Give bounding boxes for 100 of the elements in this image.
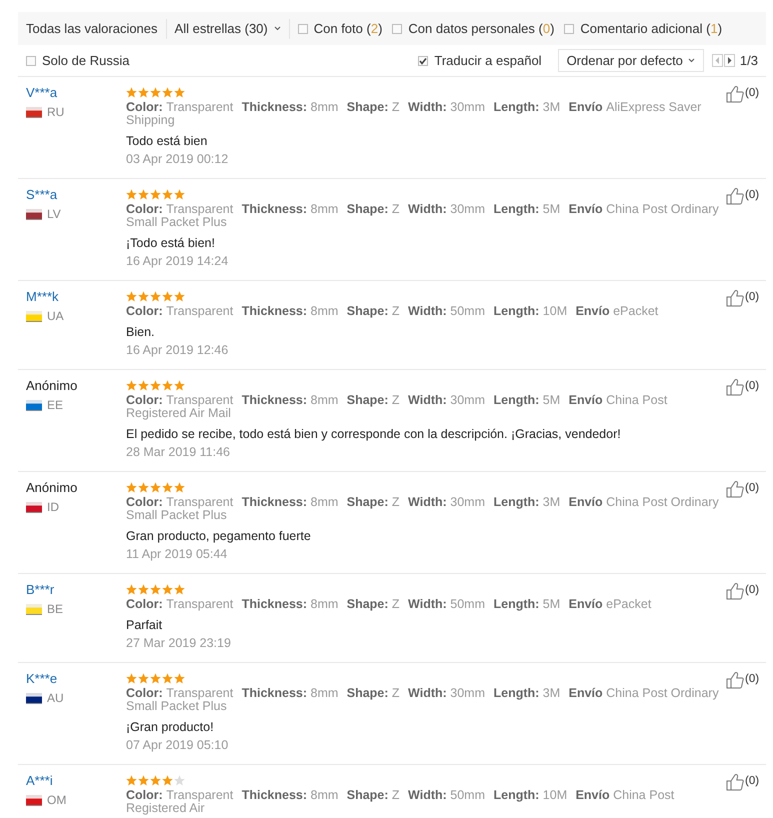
star-icon [150,86,161,98]
attributes-text: Color: Transparent Thickness: 8mm Shape: Z Width: 30mm Length: 3M Envío China Post Ordinary Small Packet Plus [126,687,720,713]
thumbs-up-icon[interactable] [726,378,744,396]
star-icon [162,86,173,98]
star-icon [126,290,137,302]
checkbox[interactable] [26,56,36,66]
star-icon [162,188,173,200]
star-icon [150,380,161,390]
thumbs-up-icon[interactable] [726,582,744,600]
review-date: 11 Apr 2019 05:44 [126,546,228,562]
country-code: LV [47,206,61,222]
star-icon [174,380,185,390]
star-icon [126,584,137,594]
caret-icon [688,58,695,63]
star-icon [150,774,161,786]
star-icon [174,290,185,302]
sort-dropdown[interactable]: Ordenar por defecto [558,49,704,72]
star-icon [138,380,149,390]
country-code: OM [47,792,66,808]
country-code: UA [47,308,64,324]
star-icon [174,584,185,594]
star-icon [162,584,173,594]
checkbox[interactable] [298,24,308,34]
stars-dropdown[interactable]: All estrellas (30) [174,18,290,38]
review-comment: ¡Gran producto! [126,719,215,735]
attributes-text: Color: Transparent Thickness: 8mm Shape: Z Width: 30mm Length: 5M Envío China Post Registered Air Mail [126,394,668,420]
star-icon [162,380,173,390]
country-code: EE [47,397,64,413]
review-date: 27 Mar 2019 23:19 [126,635,232,651]
attributes-text: Color: Transparent Thickness: 8mm Shape: Z Width: 50mm Length: 10M Envío China Post Registered Air [126,789,676,815]
attributes-text: Color: Transparent Thickness: 8mm Shape: Z Width: 30mm Length: 3M Envío China Post Ordinary Small Packet Plus [126,496,720,522]
star-icon [126,672,137,684]
filter-option-label: Comentario adicional (1) [580,21,722,36]
review-comment: Parfait [126,617,164,633]
checkbox[interactable] [392,24,402,34]
star-icon [126,380,137,390]
user-name-link[interactable]: V***a [26,84,58,101]
country-code: BE [47,601,64,617]
option-label: Traducir a español [434,53,542,68]
star-icon [150,290,161,302]
review-comment: Bien. [126,324,156,340]
like-count: (0) [745,583,760,598]
star-icon [162,290,173,302]
thumbs-up-icon[interactable] [726,187,744,205]
star-icon [162,482,173,492]
star-icon [174,672,185,684]
star-icon [138,290,149,302]
star-icon [162,672,173,684]
thumbs-up-icon[interactable] [726,289,744,307]
star-icon [126,86,137,98]
review-date: 16 Apr 2019 14:24 [126,253,230,269]
filter-option-label: Con datos personales (0) [408,21,554,36]
filter-label[interactable]: Todas las valoraciones [26,18,167,38]
star-icon [162,774,173,786]
like-count: (0) [745,774,760,789]
like-count: (0) [745,86,760,101]
review-date: 28 Mar 2019 11:46 [126,444,232,460]
next-page-button[interactable] [724,54,735,67]
country-code: AU [47,690,64,706]
star-icon [174,482,185,492]
thumbs-up-icon[interactable] [726,480,744,498]
country-code: RU [47,104,64,120]
thumbs-up-icon[interactable] [726,773,744,791]
checkbox[interactable] [564,24,574,34]
user-name: Anónimo [26,377,78,394]
user-name-link[interactable]: K***e [26,670,58,687]
review-comment: ¡Todo está bien! [126,235,216,251]
star-icon [150,482,161,492]
star-icon [174,188,185,200]
star-icon [150,188,161,200]
user-name-link[interactable]: M***k [26,288,59,305]
review-comment: El pedido se recibe, todo está bien y corresponde con la descripción. ¡Gracias, vendedor! [126,426,622,442]
user-name-link[interactable]: A***i [26,772,53,789]
star-icon [174,86,185,98]
option-label: Solo de Russia [42,53,130,68]
like-count: (0) [745,481,760,496]
review-date: 03 Apr 2019 00:12 [126,151,230,167]
user-name-link[interactable]: B***r [26,581,54,598]
like-count: (0) [745,379,760,394]
thumbs-up-icon[interactable] [726,85,744,103]
star-icon [138,672,149,684]
review-date: 16 Apr 2019 12:46 [126,342,230,358]
thumbs-up-icon[interactable] [726,671,744,689]
checkbox[interactable] [418,56,428,66]
attributes-text: Color: Transparent Thickness: 8mm Shape: Z Width: 30mm Length: 3M Envío AliExpress Saver Shipping [126,101,702,127]
star-icon [138,86,149,98]
caret-icon [274,26,281,31]
star-icon [126,188,137,200]
review-date: 07 Apr 2019 05:10 [126,737,230,753]
user-name-link[interactable]: S***a [26,186,58,203]
star-icon [150,672,161,684]
user-name: Anónimo [26,479,78,496]
page-indicator: 1/3 [740,53,758,68]
star-icon [138,774,149,786]
attributes-text: Color: Transparent Thickness: 8mm Shape: Z Width: 30mm Length: 5M Envío China Post Ordinary Small Packet Plus [126,203,720,229]
filter-option-label: Con foto (2) [314,21,382,36]
star-icon [138,188,149,200]
country-code: ID [47,499,59,515]
star-icon [126,774,137,786]
review-comment: Todo está bien [126,133,208,149]
